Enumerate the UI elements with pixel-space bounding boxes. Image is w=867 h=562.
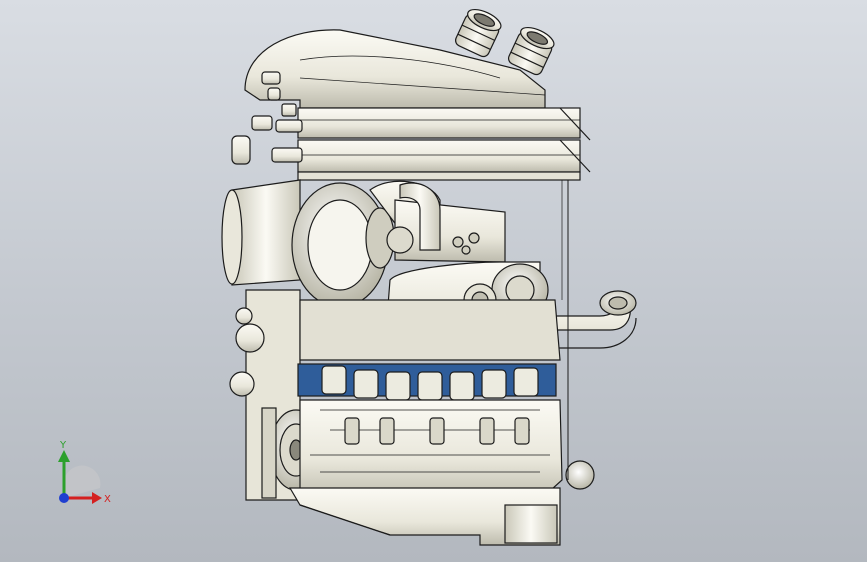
throttle-body-left [454,8,502,58]
y-axis-label: Y [59,440,67,451]
intercooler [297,107,591,181]
ignition-coil-2 [353,369,379,399]
engine-assembly-model[interactable] [0,0,867,562]
cylinder-head [299,299,561,361]
coordinate-triad: Y X [58,440,111,505]
engine-block [299,399,563,501]
ignition-coil-6 [481,369,507,399]
ignition-coil-1 [321,365,347,395]
cad-graphics-viewport[interactable]: Y X [0,0,867,562]
idler-pulley [565,460,595,490]
ignition-coil-5 [449,371,475,401]
intake-plenum [244,29,546,109]
z-axis-origin [59,493,69,503]
ignition-coil-3 [385,371,411,401]
x-axis-arrowhead [92,492,102,504]
x-axis-label: X [104,494,111,505]
ignition-coil-7 [513,367,539,397]
ignition-coil-4 [417,371,443,401]
y-axis-arrowhead [58,450,70,462]
